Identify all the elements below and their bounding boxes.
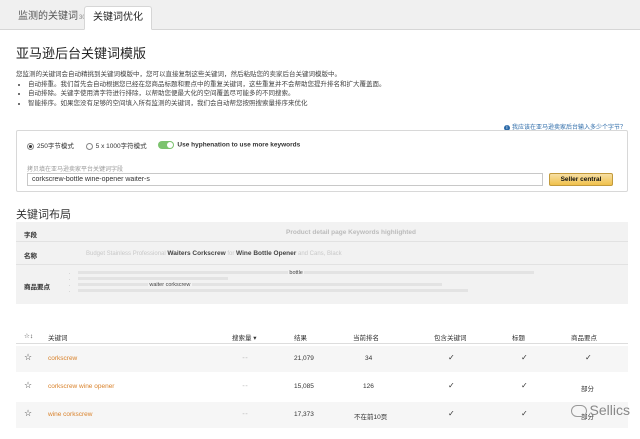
tab-monitored-keywords[interactable]: 监测的关键词30 <box>10 6 94 30</box>
col-keyword[interactable]: 关键词 <box>48 332 68 342</box>
col-results[interactable]: 结果 <box>294 332 307 342</box>
star-icon[interactable]: ☆ <box>24 380 32 391</box>
intro-bullets: 自动排重。我们首先会自动根据您已经在您商品标题和要点中的重复关键词，这些重复并不… <box>16 80 628 109</box>
bullets-partial: 部分 <box>581 386 594 393</box>
star-icon[interactable]: ☆ <box>24 408 32 419</box>
intro-bullet: 智能排序。如果您没有足够的空间填入所有监测的关键词，我们会自动帮您按照搜索量排序… <box>28 99 628 109</box>
intro-bullet: 自动排重。我们首先会自动根据您已经在您商品标题和要点中的重复关键词，这些重复并不… <box>28 80 628 90</box>
results-value: 17,373 <box>294 411 314 418</box>
rank-value: 126 <box>363 383 374 390</box>
radio-unselected-icon <box>85 142 93 150</box>
copy-hint: 拷贝填在亚马逊卖家平台关键词字段 <box>27 167 124 173</box>
tab-keyword-optimization[interactable]: 关键词优化 <box>84 6 152 30</box>
row-label: 字段 <box>24 232 37 239</box>
toggle-on-icon <box>158 141 175 149</box>
title-plain-text: and Cans, Black <box>297 251 342 257</box>
highlight-title: Product detail page Keywords highlighted <box>286 229 417 236</box>
hyphenation-toggle[interactable]: Use hyphenation to use more keywords <box>158 141 300 149</box>
col-title[interactable]: 标题 <box>512 332 525 342</box>
tab-label: 监测的关键词 <box>18 11 78 22</box>
keyword-layout-panel: 字段 Product detail page Keywords highligh… <box>16 222 628 304</box>
product-title-preview: Budget Stainless Professional Waiters Co… <box>86 250 342 257</box>
table-row: ☆ wine corkscrew ⁃⁃ 17,373 不在前10页 ✓ ✓ 部分 <box>16 402 628 428</box>
trend-chart-icon[interactable]: ⁃⁃ <box>242 383 248 390</box>
rank-value: 不在前10页 <box>354 414 388 421</box>
rank-value: 34 <box>365 355 373 362</box>
page-title: 亚马逊后台关键词模版 <box>16 46 147 61</box>
table-header: ☆↕ 关键词 搜索量 ▾ 结果 当前排名 包含关键词 标题 商品要点 <box>16 326 628 344</box>
col-search-volume[interactable]: 搜索量 ▾ <box>232 332 257 342</box>
title-plain-text: Budget Stainless Professional <box>86 251 166 257</box>
results-value: 15,085 <box>294 383 314 390</box>
mode-5x1000-char[interactable]: 5 x 1000字符模式 <box>85 140 147 150</box>
layout-row-bullets: 商品要点 bottle waiter corkscrew <box>16 266 628 304</box>
col-bullets[interactable]: 商品要点 <box>571 332 597 342</box>
trend-chart-icon[interactable]: ⁃⁃ <box>242 411 248 418</box>
table-row: ☆ corkscrew ⁃⁃ 21,079 34 ✓ ✓ ✓ <box>16 346 628 372</box>
included-check: ✓ <box>448 381 455 390</box>
title-check: ✓ <box>521 353 528 362</box>
intro-text: 您监测的关键词会自动精挑到关键词模版中，您可以直接复制这些关键词，然后粘贴您的卖… <box>16 71 341 78</box>
col-included[interactable]: 包含关键词 <box>434 332 467 342</box>
tab-label: 关键词优化 <box>93 12 143 23</box>
tab-bar: 监测的关键词30 关键词优化 <box>0 0 640 30</box>
radio-selected-icon <box>27 142 34 150</box>
table-row: ☆ corkscrew wine opener ⁃⁃ 15,085 126 ✓ … <box>16 374 628 400</box>
keyword-link[interactable]: corkscrew wine opener <box>48 383 114 390</box>
option-label: 5 x 1000字符模式 <box>95 143 147 150</box>
keyword-link[interactable]: wine corkscrew <box>48 411 92 418</box>
row-label: 名称 <box>24 253 37 260</box>
mode-options: 250字节模式 5 x 1000字符模式 Use hyphenation to … <box>27 140 310 150</box>
layout-row-field: 字段 Product detail page Keywords highligh… <box>16 222 628 242</box>
results-value: 21,079 <box>294 355 314 362</box>
keywords-output-field[interactable] <box>27 173 543 186</box>
title-check: ✓ <box>521 381 528 390</box>
title-keyword-highlight: Wine Bottle Opener <box>236 250 297 257</box>
wechat-icon <box>570 405 587 418</box>
bullets-check: ✓ <box>585 353 592 362</box>
title-check: ✓ <box>521 409 528 418</box>
included-check: ✓ <box>448 353 455 362</box>
title-plain-text: for <box>227 251 235 257</box>
trend-chart-icon[interactable]: ⁃⁃ <box>242 355 248 362</box>
sellics-watermark: Sellics <box>570 402 630 418</box>
bullet-keyword-highlight: bottle <box>289 270 303 276</box>
seller-central-button[interactable]: Seller central <box>549 173 613 186</box>
option-label: 250字节模式 <box>37 143 74 150</box>
star-sort-icon[interactable]: ☆↕ <box>24 332 33 340</box>
keyword-template-box: 250字节模式 5 x 1000字符模式 Use hyphenation to … <box>16 130 628 192</box>
toggle-label: Use hyphenation to use more keywords <box>177 141 301 149</box>
bullet-points-preview: bottle waiter corkscrew <box>66 270 535 294</box>
intro-section: 您监测的关键词会自动精挑到关键词模版中，您可以直接复制这些关键词，然后粘贴您的卖… <box>16 70 628 108</box>
mode-250-byte[interactable]: 250字节模式 <box>27 140 74 150</box>
star-icon[interactable]: ☆ <box>24 352 32 363</box>
col-label: 搜索量 <box>232 335 252 342</box>
layout-section-title: 关键词布局 <box>16 209 71 221</box>
title-keyword-highlight: Waiters Corkscrew <box>167 250 226 257</box>
intro-bullet: 自动排除。关键字使用清字符进行排除，以帮助您便最大化的空间覆盖尽可能多的不同搜索… <box>28 89 628 99</box>
row-label: 商品要点 <box>24 284 50 291</box>
keyword-link[interactable]: corkscrew <box>48 355 77 362</box>
col-current-rank[interactable]: 当前排名 <box>353 332 379 342</box>
included-check: ✓ <box>448 409 455 418</box>
watermark-text: Sellics <box>589 402 630 418</box>
layout-row-title: 名称 Budget Stainless Professional Waiters… <box>16 243 628 265</box>
